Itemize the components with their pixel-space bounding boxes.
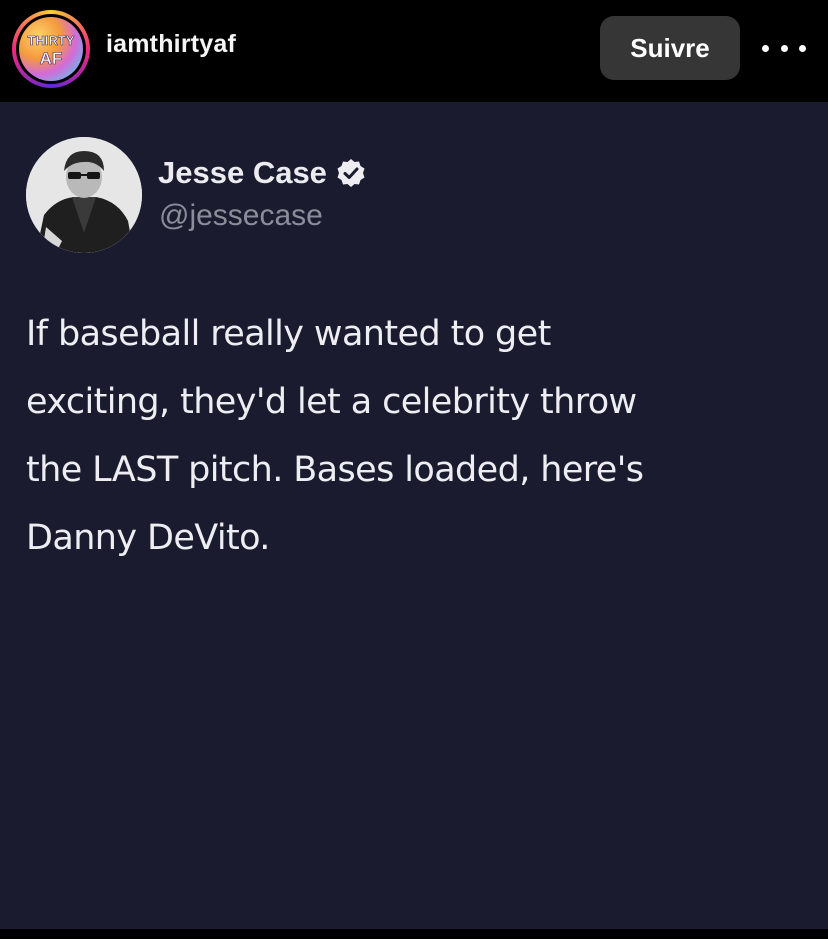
- more-horizontal-icon[interactable]: [762, 28, 806, 68]
- tweet-author-name-text: Jesse Case: [158, 155, 327, 190]
- svg-text:THIRTY: THIRTY: [28, 33, 75, 48]
- account-username[interactable]: iamthirtyaf: [106, 30, 236, 59]
- bottom-divider: [0, 929, 828, 939]
- tweet-text-line: If baseball really wanted to get: [26, 314, 551, 354]
- tweet-text-line: the LAST pitch. Bases loaded, here's: [26, 450, 644, 490]
- thirty-af-logo: THIRTY AF: [19, 17, 83, 81]
- tweet-text: If baseball really wanted to get excitin…: [26, 300, 806, 572]
- tweet-text-line: exciting, they'd let a celebrity throw: [26, 382, 637, 422]
- tweet-author-handle: @jessecase: [159, 199, 323, 232]
- svg-text:AF: AF: [40, 49, 63, 68]
- post-header: THIRTY AF iamthirtyaf Suivre: [0, 0, 828, 100]
- verified-badge-icon: [335, 157, 367, 189]
- tweet-author-avatar: [26, 137, 142, 253]
- account-avatar[interactable]: THIRTY AF: [12, 10, 90, 88]
- follow-button[interactable]: Suivre: [600, 16, 740, 80]
- tweet-text-line: Danny DeVito.: [26, 518, 270, 558]
- tweet-author-name: Jesse Case: [158, 155, 367, 191]
